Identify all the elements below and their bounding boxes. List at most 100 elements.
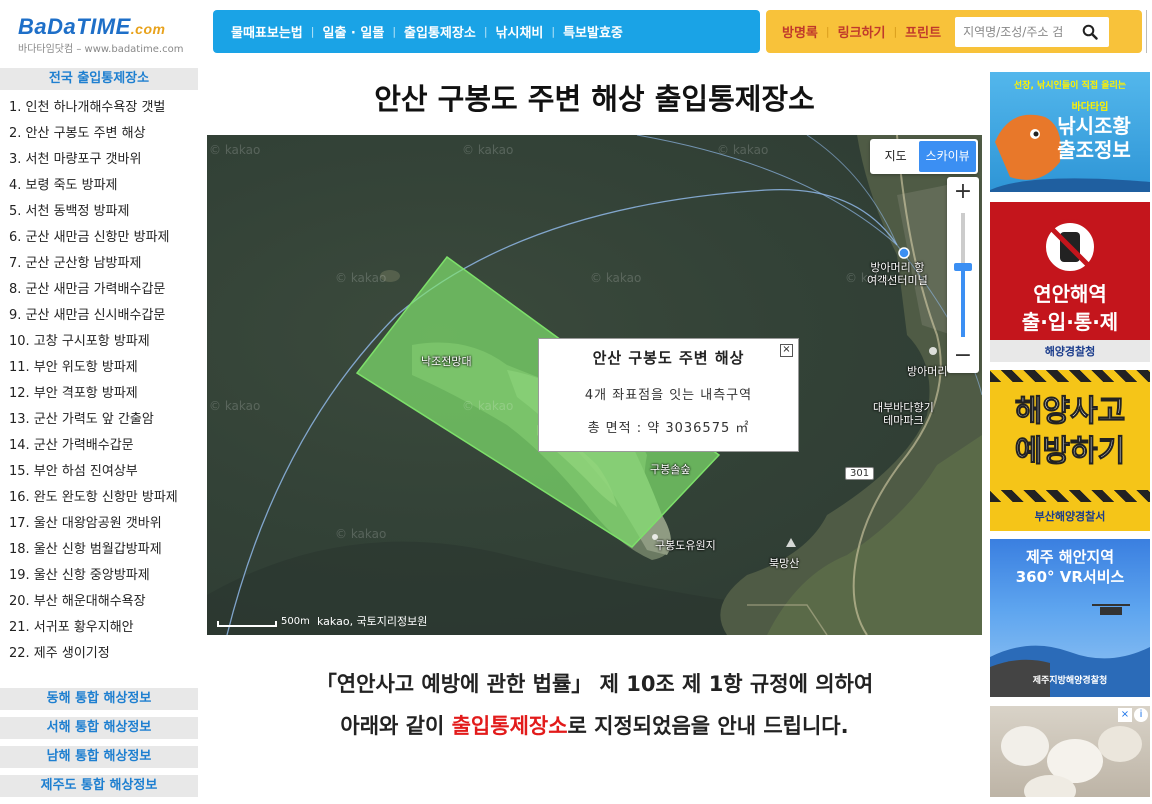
ad-choices-icon[interactable]: i bbox=[1134, 708, 1148, 722]
list-item[interactable]: 1. 인천 하나개해수욕장 갯벌 bbox=[9, 98, 198, 124]
sidebar-link-south-sea[interactable]: 남해 통합 해상정보 bbox=[0, 746, 198, 768]
logo-text: BaDaTIME bbox=[18, 14, 131, 39]
map-scale-bar: 500m bbox=[217, 616, 310, 627]
nav-warnings[interactable]: 특보발효중 bbox=[555, 22, 631, 41]
law-notice-highlight: 출입통제장소 bbox=[451, 714, 568, 738]
mountain-icon bbox=[786, 538, 796, 547]
banner-4-org: 제주지방해양경찰청 bbox=[1032, 676, 1108, 686]
list-item[interactable]: 7. 군산 군산항 남방파제 bbox=[9, 254, 198, 280]
sidebar-link-west-sea[interactable]: 서해 통합 해상정보 bbox=[0, 717, 198, 739]
list-item[interactable]: 6. 군산 새만금 신항만 방파제 bbox=[9, 228, 198, 254]
main-nav: 물때표보는법 | 일출 · 일몰 | 출입통제장소 | 낚시채비 | 특보발효중 bbox=[213, 10, 760, 53]
search-input[interactable] bbox=[955, 24, 1076, 39]
banner-1-caption: 선장, 낚시인들이 직접 올리는 bbox=[1013, 81, 1127, 91]
banner-1-title: 낚시조황 출조정보 bbox=[1057, 114, 1131, 162]
info-title: 안산 구봉도 주변 해상 bbox=[592, 349, 745, 367]
zoom-out-button[interactable]: − bbox=[947, 341, 979, 373]
road-301-badge: 301 bbox=[845, 467, 875, 480]
logo-subtitle: 바다타임닷컴 – www.badatime.com bbox=[18, 44, 184, 55]
label-ferry-terminal: 방아머리 항 여객선터미널 bbox=[867, 261, 928, 287]
label-theme-park: 대부바다향기 테마파크 bbox=[873, 401, 934, 427]
nav-restricted-areas[interactable]: 출입통제장소 bbox=[396, 22, 484, 41]
ad-close-icon[interactable]: × bbox=[1118, 708, 1132, 722]
info-description: 4개 좌표점을 잇는 내측구역 bbox=[584, 388, 753, 403]
nav-fishing-gear[interactable]: 낚시채비 bbox=[488, 22, 552, 41]
sidebar-link-east-sea[interactable]: 동해 통합 해상정보 bbox=[0, 688, 198, 710]
info-area: 총 면적 : 약 3036575 ㎡ bbox=[539, 417, 798, 436]
site-logo[interactable]: BaDaTIME.com 바다타임닷컴 – www.badatime.com bbox=[18, 14, 203, 56]
nav-print[interactable]: 프린트 bbox=[897, 22, 949, 41]
banner-3-org: 부산해양경찰서 bbox=[1034, 510, 1106, 523]
map-watermark: © kakao bbox=[462, 143, 514, 157]
nav-link[interactable]: 링크하기 bbox=[830, 22, 894, 41]
list-item[interactable]: 12. 부안 격포항 방파제 bbox=[9, 384, 198, 410]
restricted-area-list: 1. 인천 하나개해수욕장 갯벌 2. 안산 구봉도 주변 해상 3. 서천 마… bbox=[0, 98, 198, 670]
list-item[interactable]: 22. 제주 생이기정 bbox=[9, 644, 198, 670]
map-type-map[interactable]: 지도 bbox=[872, 141, 919, 172]
banner-accident-prevention[interactable]: 해양사고 예방하기 부산해양경찰서 bbox=[990, 370, 1150, 531]
banner-coastal-restriction[interactable]: 연안해역 출·입·통·제 해양경찰청 bbox=[990, 202, 1150, 362]
banner-2-title: 연안해역 출·입·통·제 bbox=[1021, 282, 1119, 334]
search-icon[interactable] bbox=[1075, 17, 1105, 47]
list-item[interactable]: 13. 군산 가력도 앞 간출암 bbox=[9, 410, 198, 436]
sidebar-link-jeju[interactable]: 제주도 통합 해상정보 bbox=[0, 775, 198, 797]
close-icon[interactable]: × bbox=[780, 344, 793, 357]
label-gubong-forest: 구봉솔숲 bbox=[650, 463, 691, 476]
zoom-slider-handle[interactable] bbox=[954, 263, 972, 271]
nav-tide-guide[interactable]: 물때표보는법 bbox=[223, 22, 311, 41]
search-box bbox=[955, 16, 1110, 47]
label-bukmangsan: 북망산 bbox=[769, 557, 800, 570]
map-watermark: © kakao bbox=[209, 399, 261, 413]
list-item[interactable]: 15. 부안 하섬 진여상부 bbox=[9, 462, 198, 488]
map-type-toggle: 지도 스카이뷰 bbox=[870, 139, 978, 174]
sidebar: 전국 출입통제장소 1. 인천 하나개해수욕장 갯벌 2. 안산 구봉도 주변 … bbox=[0, 68, 198, 804]
list-item[interactable]: 8. 군산 새만금 가력배수갑문 bbox=[9, 280, 198, 306]
nav-guestbook[interactable]: 방명록 bbox=[774, 22, 826, 41]
list-item[interactable]: 11. 부안 위도항 방파제 bbox=[9, 358, 198, 384]
page-title: 안산 구봉도 주변 해상 출입통제장소 bbox=[374, 82, 815, 116]
no-entry-hand-icon bbox=[1042, 219, 1098, 275]
list-item[interactable]: 16. 완도 완도항 신항만 방파제 bbox=[9, 488, 198, 514]
map-copyright: kakao, 국토지리정보원 bbox=[317, 615, 428, 628]
law-notice-text: 로 지정되었음을 안내 드립니다. bbox=[567, 714, 849, 738]
list-item[interactable]: 20. 부산 해운대해수욕장 bbox=[9, 592, 198, 618]
map-type-skyview[interactable]: 스카이뷰 bbox=[919, 141, 976, 172]
law-notice-line-1: 「연안사고 예방에 관한 법률」 제 10조 제 1항 규정에 의하여 bbox=[315, 672, 874, 696]
logo-suffix: .com bbox=[130, 21, 166, 37]
zoom-in-button[interactable]: + bbox=[947, 177, 979, 209]
banner-4-title: 제주 해안지역 360° VR서비스 bbox=[1015, 548, 1125, 586]
banner-ad-garlic[interactable]: i × bbox=[990, 706, 1150, 797]
zoom-level-fill bbox=[961, 267, 965, 337]
scale-value: 500m bbox=[281, 616, 310, 627]
list-item[interactable]: 3. 서천 마량포구 갯바위 bbox=[9, 150, 198, 176]
satellite-map[interactable]: © kakao © kakao © kakao © kakao © kakao … bbox=[207, 135, 982, 635]
list-item[interactable]: 14. 군산 가력배수갑문 bbox=[9, 436, 198, 462]
header-edge bbox=[1146, 10, 1152, 53]
map-watermark: © kakao bbox=[335, 527, 387, 541]
map-watermark: © kakao bbox=[462, 399, 514, 413]
list-item[interactable]: 10. 고창 구시포항 방파제 bbox=[9, 332, 198, 358]
list-item[interactable]: 4. 보령 죽도 방파제 bbox=[9, 176, 198, 202]
info-area-value: 총 면적 : 약 3036575 bbox=[587, 421, 731, 436]
label-gubong-resort: 구봉도유원지 bbox=[655, 539, 716, 552]
list-item[interactable]: 9. 군산 새만금 신시배수갑문 bbox=[9, 306, 198, 332]
list-item[interactable]: 19. 울산 신항 중앙방파제 bbox=[9, 566, 198, 592]
ferry-terminal-icon bbox=[898, 247, 910, 259]
list-item[interactable]: 21. 서귀포 황우지해안 bbox=[9, 618, 198, 644]
label-bangamori: 방아머리 bbox=[907, 365, 948, 378]
list-item[interactable]: 2. 안산 구봉도 주변 해상 bbox=[9, 124, 198, 150]
nav-sunrise-sunset[interactable]: 일출 · 일몰 bbox=[314, 22, 392, 41]
map-watermark: © kakao bbox=[209, 143, 261, 157]
map-watermark: © kakao bbox=[590, 271, 642, 285]
list-item[interactable]: 17. 울산 대왕암공원 갯바위 bbox=[9, 514, 198, 540]
utility-nav: 방명록 | 링크하기 | 프린트 bbox=[766, 10, 1142, 53]
law-notice-text: 아래와 같이 bbox=[340, 714, 452, 738]
zoom-control: + − bbox=[947, 177, 979, 373]
banner-2-org: 해양경찰청 bbox=[1044, 345, 1096, 358]
label-sunset-observatory: 낙조전망대 bbox=[421, 355, 472, 368]
map-watermark: © kakao bbox=[335, 271, 387, 285]
banner-fishing-report[interactable]: 선장, 낚시인들이 직접 올리는 바다타임 낚시조황 출조정보 bbox=[990, 72, 1150, 192]
list-item[interactable]: 5. 서천 동백정 방파제 bbox=[9, 202, 198, 228]
list-item[interactable]: 18. 울산 신항 범월갑방파제 bbox=[9, 540, 198, 566]
banner-jeju-vr[interactable]: 제주 해안지역 360° VR서비스 제주지방해양경찰청 bbox=[990, 539, 1150, 697]
